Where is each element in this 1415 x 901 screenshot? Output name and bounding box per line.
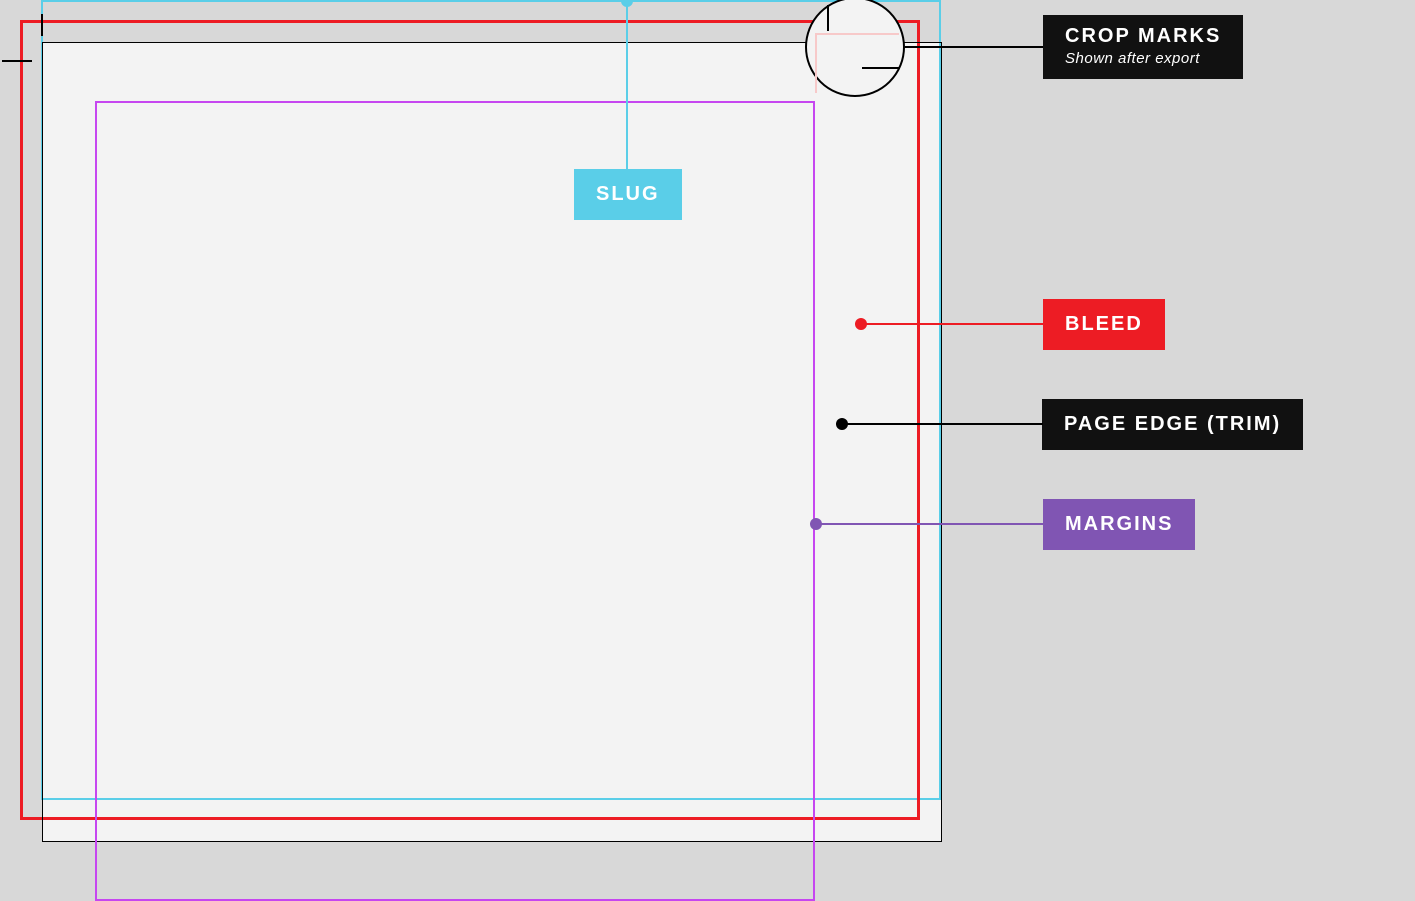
label-bleed: BLEED [1043,299,1165,350]
crop-marks-magnifier [805,0,905,97]
label-crop-text: CROP MARKS [1065,25,1221,47]
label-bleed-text: BLEED [1065,313,1143,335]
label-page-edge-text: PAGE EDGE (TRIM) [1064,413,1281,435]
label-crop-marks: CROP MARKS Shown after export [1043,15,1243,79]
crop-mark-tl-v [41,14,43,36]
label-margins: MARGINS [1043,499,1195,550]
margins-border [95,101,815,901]
bleed-hint-inner [815,33,899,93]
label-slug: SLUG [574,169,682,220]
label-crop-sub: Shown after export [1065,50,1221,67]
print-diagram: SLUG CROP MARKS Shown after export BLEED… [0,0,1415,572]
trim-dot [836,418,848,430]
label-margins-text: MARGINS [1065,513,1173,535]
bleed-dot [855,318,867,330]
label-page-edge: PAGE EDGE (TRIM) [1042,399,1303,450]
margins-dot [810,518,822,530]
crop-mark-tl-h [2,60,32,62]
crop-mark-v-inner [827,5,829,31]
label-slug-text: SLUG [596,183,660,205]
